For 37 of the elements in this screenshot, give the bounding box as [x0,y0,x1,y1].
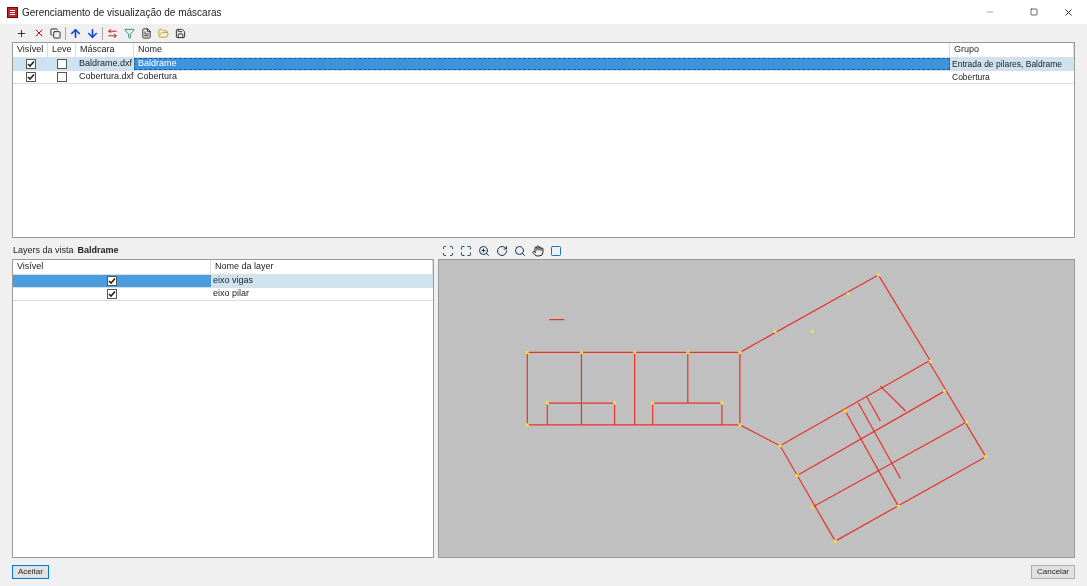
table-cell-text: Cobertura [136,71,179,83]
cancel-button[interactable]: Cancelar [1031,565,1075,579]
layers-label: Layers da vista [13,243,74,257]
table-cell: Baldrame [134,58,950,70]
checkbox[interactable] [25,72,36,82]
table-cell-text: Cobertura.dxf [78,71,134,83]
column-header[interactable]: Visível [13,43,48,57]
checkbox[interactable] [57,72,67,82]
table-cell-text: Baldrame.dxf [78,58,134,70]
table-cell-text: Cobertura [951,71,991,83]
column-header[interactable]: Nome [134,43,950,57]
accept-button[interactable]: Aceitar [12,565,49,579]
checkbox[interactable] [57,59,67,69]
zoom-in-icon[interactable] [476,243,491,258]
view-name: Baldrame [77,243,119,257]
search-icon[interactable] [512,243,527,258]
window-title: Gerenciamento de visualização de máscaras [22,5,222,20]
document-icon[interactable] [139,25,154,41]
table-row[interactable]: Baldrame.dxf Baldrame Entrada de pilares, Baldrame [13,58,1074,71]
column-header[interactable]: Máscara [76,43,134,57]
table-cell-text: Entrada de pilares, Baldrame [951,58,1064,70]
app-icon [7,6,18,18]
checkbox[interactable] [107,276,117,286]
hand-icon[interactable] [530,243,545,258]
copy-icon[interactable] [48,25,63,41]
table-row[interactable]: eixo pilar [13,288,433,301]
table-row[interactable]: Cobertura.dxf Cobertura Cobertura [13,71,1074,84]
column-header[interactable]: Nome da layer [211,260,433,274]
checkbox[interactable] [25,59,36,69]
table-row[interactable]: eixo vigas [13,275,433,288]
table-cell-text: eixo vigas [212,275,255,287]
refresh-icon[interactable] [494,243,509,258]
table-cell-text: eixo pilar [212,288,251,300]
column-header[interactable]: Leve [48,43,76,57]
column-header[interactable]: Visível [13,260,211,274]
column-header[interactable]: Grupo [950,43,1074,57]
checkbox[interactable] [107,289,117,299]
